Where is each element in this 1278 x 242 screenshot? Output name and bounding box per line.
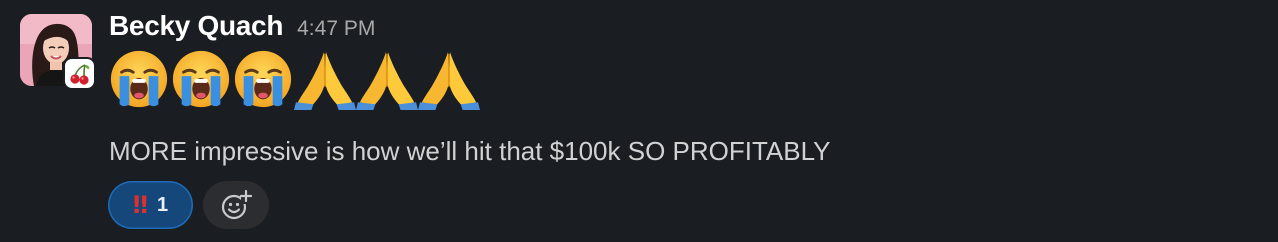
sender-name[interactable]: Becky Quach <box>109 10 283 42</box>
emoji-row <box>108 46 480 112</box>
avatar-container[interactable] <box>20 14 96 90</box>
timestamp[interactable]: 4:47 PM <box>297 17 375 41</box>
status-badge <box>63 57 96 90</box>
message-text: MORE impressive is how we’ll hit that $1… <box>109 136 831 166</box>
add-reaction-button[interactable] <box>203 181 269 229</box>
reaction-pill[interactable]: ‼ 1 <box>108 181 193 229</box>
reaction-count: 1 <box>156 193 169 216</box>
message: Becky Quach 4:47 PM MORE impressive is h… <box>0 0 1278 242</box>
folded-hands-icon <box>294 51 356 110</box>
folded-hands-icon <box>418 51 480 110</box>
folded-hands-icon <box>356 51 418 110</box>
reactions-bar: ‼ 1 <box>108 181 269 229</box>
loudly-crying-face-icon <box>172 50 230 108</box>
cherries-icon <box>69 63 89 85</box>
double-exclamation-icon: ‼ <box>132 191 148 219</box>
loudly-crying-face-icon <box>234 50 292 108</box>
loudly-crying-face-icon <box>110 50 168 108</box>
message-header: Becky Quach 4:47 PM <box>109 10 375 50</box>
add-reaction-icon <box>221 189 253 220</box>
